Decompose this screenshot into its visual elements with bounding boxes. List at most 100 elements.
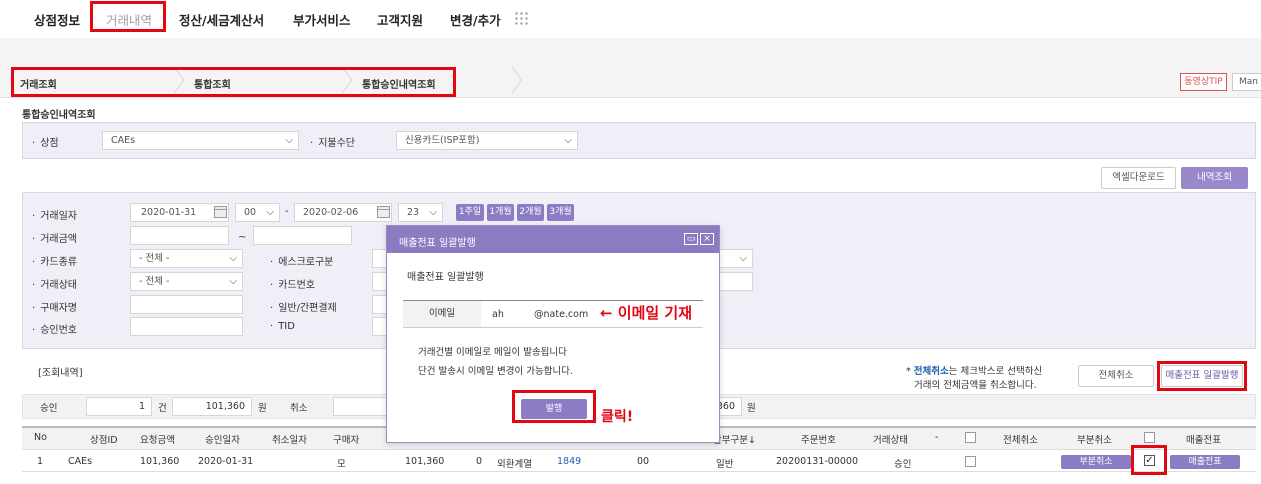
col-amount: 요청금액 [140,435,175,446]
escrow-label: 에스크로구분 [270,253,333,268]
cell-card: 외환계열 [497,459,532,470]
issue-button[interactable]: 발행 [521,399,587,419]
dialog-title: 매출전표 일괄발행 [399,238,476,249]
email-label: 이메일 [403,301,481,327]
cancel-all-button[interactable]: 전체취소 [1078,365,1154,387]
manual-button[interactable]: Man [1232,73,1261,91]
partial-cancel-button[interactable]: 부분취소 [1061,455,1131,469]
bulk-receipt-button[interactable]: 매출전표 일괄발행 [1161,365,1243,387]
cell-amount2: 101,360 [405,456,445,467]
chevron-down-icon: ⌵ [285,135,293,146]
breadcrumb-item-combined[interactable]: 통합조회 [194,76,231,91]
col-partial: 부분취소 [1077,435,1112,446]
chevron-down-icon: ⌵ [429,207,437,218]
cell-no: 1 [37,456,44,467]
email-domain[interactable]: @nate.com [534,309,588,320]
range-3month-button[interactable]: 3개월 [547,204,574,221]
store-label: 상점 [32,134,58,149]
grid-menu-icon[interactable] [514,11,529,26]
excel-download-button[interactable]: 엑셀다운로드 [1101,167,1176,189]
col-order: 주문번호 [801,435,836,446]
tid-label: TID [270,321,295,332]
nav-extra-services[interactable]: 부가서비스 [293,10,351,29]
payment-select[interactable]: 신용카드(ISP포함) ⌵ [396,131,578,150]
approve-amount: 101,360 [172,397,252,416]
col-cancel-all: 전체취소 [1003,435,1038,446]
cancel-note: * 전체취소는 체크박스로 선택하신 [906,366,1043,377]
chevron-down-icon: ⌵ [564,135,572,146]
breadcrumb-chevron-icon [173,66,185,94]
extra-input[interactable] [715,272,753,291]
simple-pay-label: 일반/간편결제 [270,299,337,314]
receipt-button[interactable]: 매출전표 [1170,455,1240,469]
extra-select[interactable]: ⌵ [715,249,753,268]
cancel-checkbox[interactable] [965,456,976,467]
page-title: 통합승인내역조회 [22,110,96,121]
select-all-receipt-checkbox[interactable] [1144,432,1155,443]
calendar-icon[interactable] [214,206,227,218]
col-date: 승인일자 [205,435,240,446]
cancel-label: 취소 [290,403,308,414]
card-type-select[interactable]: - 전체 - ⌵ [130,249,243,268]
cancel-amount-unit: 원 [747,403,756,414]
cell-buyer: 모 [337,459,346,470]
col-cancel-date: 취소일자 [272,435,307,446]
dialog-subtitle: 매출전표 일괄발행 [407,272,484,283]
cell-order: 20200131-00000 [776,456,859,467]
dialog-message-2: 단건 발송시 이메일 변경이 가능합니다. [418,366,573,377]
email-annotation: ← 이메일 기재 [600,304,693,322]
dialog-message-1: 거래건별 이메일로 메일이 발송됩니다 [418,347,567,358]
cell-type: 일반 [716,459,734,470]
amount-to-input[interactable] [253,226,352,245]
date-separator: - [285,206,289,217]
payment-label: 지불수단 [310,134,355,149]
video-tip-button[interactable]: 동영상TIP [1180,73,1227,91]
page-band [0,38,1261,63]
range-2month-button[interactable]: 2개월 [517,204,544,221]
chevron-down-icon: ⌵ [229,276,237,287]
breadcrumb-item-approval[interactable]: 통합승인내역조회 [362,76,436,91]
card-number-label: 카드번호 [270,276,315,291]
status-select[interactable]: - 전체 - ⌵ [130,272,243,291]
col-status: 거래상태 [873,435,908,446]
cell-amount: 101,360 [140,456,180,467]
amount-label: 거래금액 [32,230,77,245]
col-store: 상점ID [90,435,118,446]
cell-approval-link[interactable]: 1849 [557,456,581,467]
close-icon[interactable]: × [700,233,714,245]
range-1month-button[interactable]: 1개월 [487,204,514,221]
cell-installment: 00 [637,456,650,467]
nav-change-add[interactable]: 변경/추가 [450,10,501,29]
amount-from-input[interactable] [130,226,229,245]
search-button[interactable]: 내역조회 [1181,167,1248,189]
cancel-note-line2: 거래의 전체금액을 취소합니다. [914,380,1037,391]
maximize-icon[interactable]: ▭ [684,233,698,245]
nav-store-info[interactable]: 상점정보 [34,10,80,29]
col-receipt: 매출전표 [1186,435,1221,446]
nav-transactions[interactable]: 거래내역 [106,10,152,29]
cancel-count [333,397,388,416]
click-annotation: 클릭! [601,409,634,425]
breadcrumb-chevron-icon [341,66,353,94]
range-1week-button[interactable]: 1주일 [456,204,484,221]
approval-input[interactable] [130,317,243,336]
calendar-icon[interactable] [377,206,390,218]
dialog-header: 매출전표 일괄발행 ▭ × [387,226,719,253]
chevron-down-icon: ⌵ [266,207,274,218]
store-select[interactable]: CAEs ⌵ [102,131,299,150]
breadcrumb-item-inquiry[interactable]: 거래조회 [20,76,57,91]
nav-settlement[interactable]: 정산/세금계산서 [179,10,264,29]
cell-status: 승인 [894,459,912,470]
receipt-checkbox-checked[interactable]: ✓ [1144,455,1155,466]
amount-unit: 원 [258,403,267,414]
hour-to-select[interactable]: 23 ⌵ [398,203,443,222]
nav-support[interactable]: 고객지원 [377,10,423,29]
buyer-input[interactable] [130,295,243,314]
cell-store: CAEs [68,456,93,467]
chevron-down-icon: ⌵ [229,253,237,264]
email-user[interactable]: ah [492,309,504,320]
date-label: 거래일자 [32,207,77,222]
count-unit: 건 [158,403,167,414]
hour-from-select[interactable]: 00 ⌵ [235,203,280,222]
select-all-cancel-checkbox[interactable] [965,432,976,443]
